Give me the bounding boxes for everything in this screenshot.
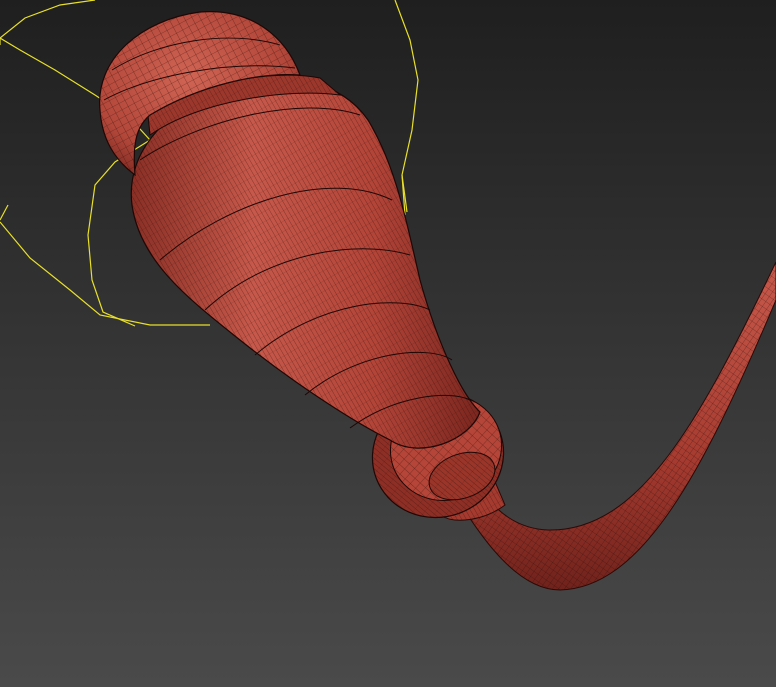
viewport-canvas[interactable] — [0, 0, 776, 687]
3d-viewport[interactable] — [0, 0, 776, 687]
